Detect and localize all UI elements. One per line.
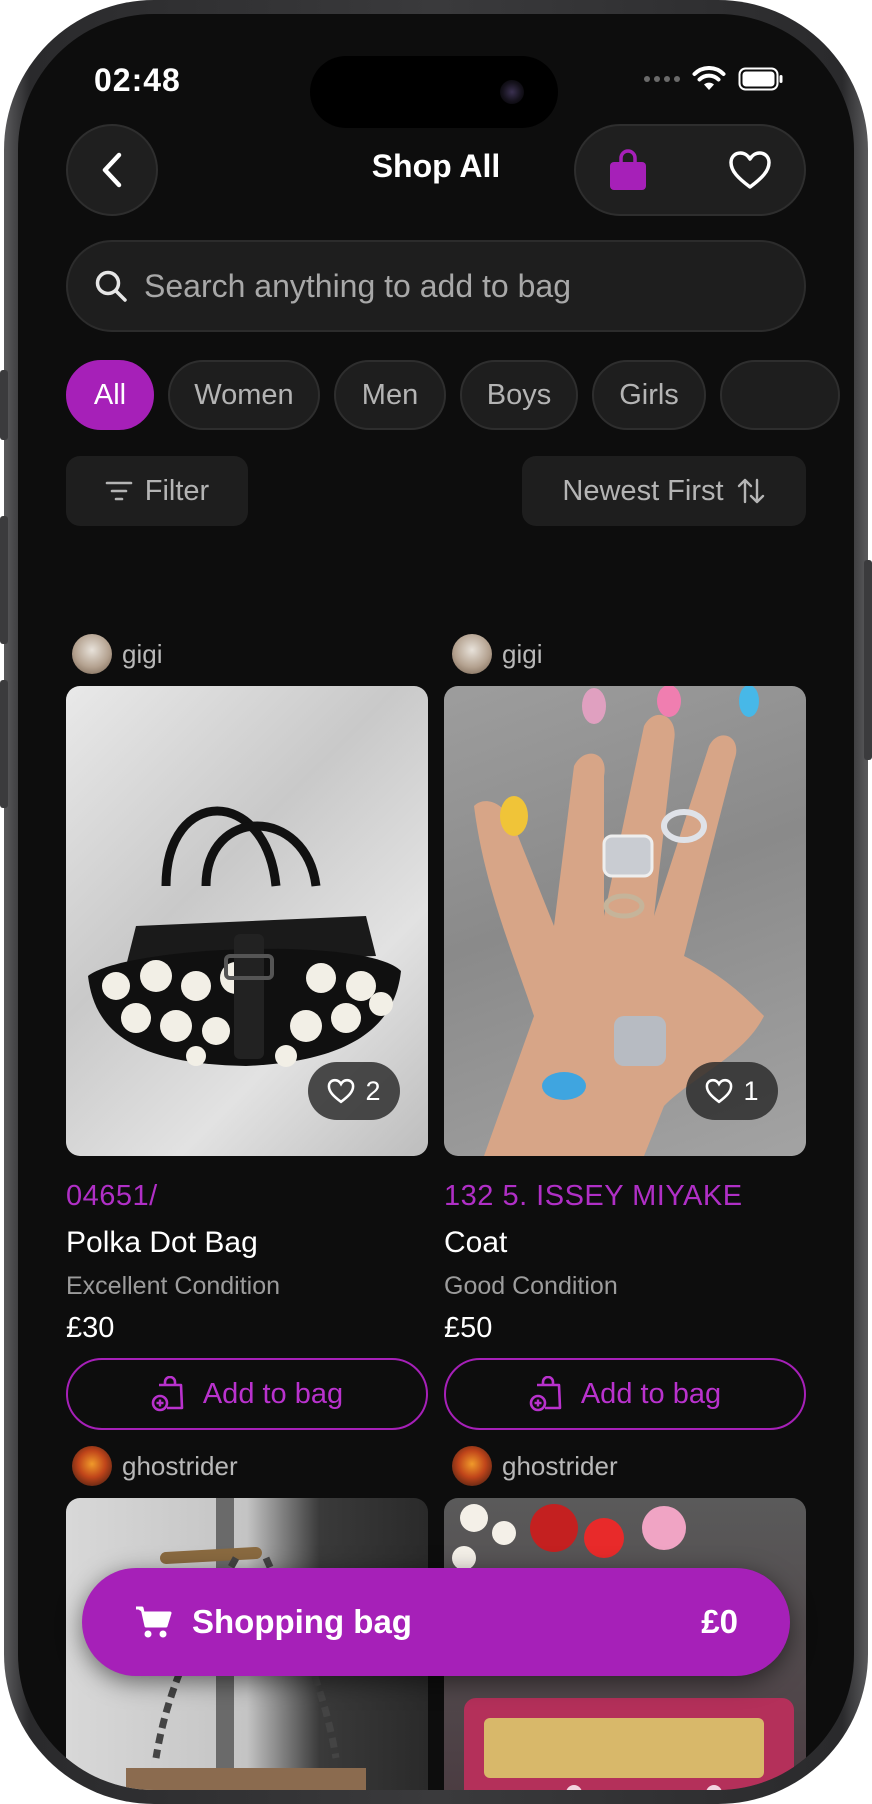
sort-arrows-icon — [737, 478, 764, 504]
shopping-bag-icon — [610, 149, 646, 190]
add-to-bag-label: Add to bag — [202, 1377, 344, 1410]
status-icons — [644, 66, 784, 92]
cellular-signal-icon — [644, 76, 680, 82]
chip-more[interactable] — [720, 360, 840, 430]
product-price: £30 — [66, 1312, 115, 1344]
seller-badge[interactable]: gigi — [72, 634, 162, 674]
seller-name: gigi — [122, 638, 163, 669]
add-to-bag-icon — [529, 1376, 562, 1412]
battery-icon — [738, 67, 783, 91]
avatar — [72, 1446, 112, 1486]
chip-women[interactable]: Women — [168, 360, 320, 430]
seller-name: ghostrider — [502, 1450, 618, 1481]
heart-icon — [328, 1078, 355, 1104]
like-count: 1 — [743, 1075, 759, 1106]
product-condition: Excellent Condition — [66, 1272, 281, 1300]
favorites-button[interactable] — [726, 146, 774, 194]
product-image[interactable]: 2 — [66, 686, 428, 1156]
chip-all[interactable]: All — [66, 360, 154, 430]
category-chips: All Women Men Boys Girls — [66, 360, 854, 430]
like-count: 2 — [365, 1075, 381, 1106]
sort-button[interactable]: Newest First — [522, 456, 806, 526]
product-image[interactable]: 1 — [444, 686, 806, 1156]
phone-volume-down-button — [0, 680, 8, 808]
like-button[interactable]: 1 — [686, 1062, 778, 1120]
avatar — [72, 634, 112, 674]
front-camera — [500, 80, 524, 104]
seller-badge[interactable]: gigi — [452, 634, 542, 674]
seller-name: gigi — [502, 638, 543, 669]
shopping-bag-total: £0 — [701, 1603, 738, 1640]
status-time: 02:48 — [94, 62, 181, 98]
shopping-bag-bar[interactable]: Shopping bag £0 — [82, 1568, 790, 1676]
header-actions — [574, 124, 806, 216]
product-title[interactable]: Coat — [444, 1226, 507, 1260]
cart-icon — [136, 1606, 172, 1638]
filter-button[interactable]: Filter — [66, 456, 248, 526]
add-to-bag-button[interactable]: Add to bag — [66, 1358, 428, 1430]
avatar — [452, 634, 492, 674]
heart-icon — [706, 1078, 733, 1104]
seller-badge[interactable]: ghostrider — [452, 1446, 618, 1486]
wifi-icon — [692, 66, 726, 90]
chip-girls[interactable]: Girls — [592, 360, 706, 430]
screen: 02:48 Shop All Search anything to add to… — [18, 14, 854, 1790]
bag-button[interactable] — [604, 146, 652, 194]
product-condition: Good Condition — [444, 1272, 618, 1300]
dynamic-island — [310, 56, 558, 128]
product-brand: 04651/ — [66, 1180, 158, 1212]
product-title[interactable]: Polka Dot Bag — [66, 1226, 258, 1260]
add-to-bag-button[interactable]: Add to bag — [444, 1358, 806, 1430]
chip-boys[interactable]: Boys — [460, 360, 578, 430]
sort-label: Newest First — [562, 474, 724, 507]
add-to-bag-label: Add to bag — [580, 1377, 722, 1410]
seller-name: ghostrider — [122, 1450, 238, 1481]
shopping-bag-label: Shopping bag — [192, 1603, 412, 1640]
phone-volume-up-button — [0, 516, 8, 644]
search-icon — [95, 270, 127, 302]
search-placeholder: Search anything to add to bag — [144, 267, 571, 304]
filter-lines-icon — [105, 481, 133, 501]
add-to-bag-icon — [151, 1376, 184, 1412]
chip-men[interactable]: Men — [334, 360, 446, 430]
like-button[interactable]: 2 — [308, 1062, 400, 1120]
phone-power-button — [864, 560, 872, 760]
search-input[interactable]: Search anything to add to bag — [66, 240, 806, 332]
phone-action-button — [0, 370, 8, 440]
seller-badge[interactable]: ghostrider — [72, 1446, 238, 1486]
product-price: £50 — [444, 1312, 493, 1344]
product-brand: 132 5. ISSEY MIYAKE — [444, 1180, 743, 1212]
avatar — [452, 1446, 492, 1486]
heart-icon — [729, 151, 771, 189]
filter-label: Filter — [144, 474, 210, 507]
